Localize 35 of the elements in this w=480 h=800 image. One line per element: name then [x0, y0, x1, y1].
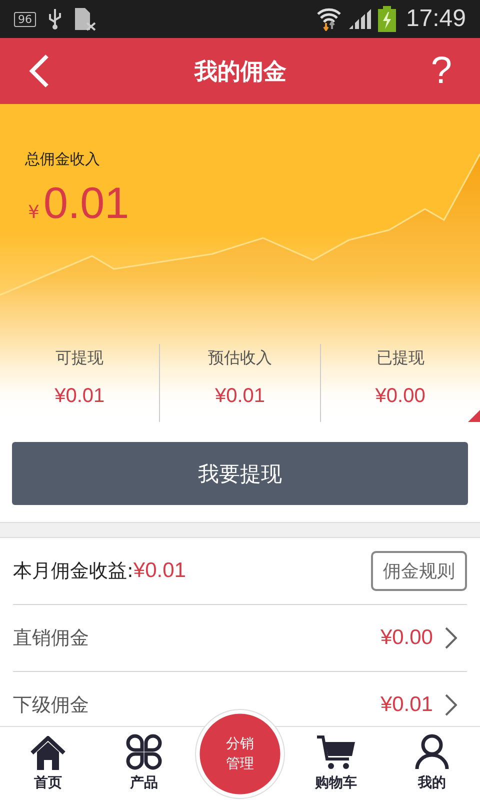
nav-tab[interactable]: 首页 — [30, 727, 66, 800]
sim-card-icon — [74, 7, 96, 31]
cart-icon — [316, 734, 356, 770]
house-icon — [30, 736, 66, 770]
stat-value: ¥0.01 — [54, 385, 105, 408]
back-icon[interactable] — [28, 54, 50, 88]
stat-value: ¥0.01 — [214, 385, 266, 408]
nav-tab[interactable]: 产品 — [126, 727, 162, 800]
battery-icon — [378, 6, 396, 32]
grid-icon — [126, 734, 162, 770]
total-label: 总佣金收入 — [25, 150, 101, 169]
page-title: 我的佣金 — [194, 58, 286, 86]
monthly-earnings: 本月佣金收益:¥0.01 — [13, 558, 186, 584]
notification-count: 96 — [14, 12, 36, 26]
usb-icon — [48, 8, 62, 30]
corner-mark-icon — [468, 410, 480, 422]
nav-tab[interactable]: 我的 — [415, 727, 449, 800]
withdraw-button[interactable]: 我要提现 — [12, 442, 468, 505]
stat-label: 已提现 — [376, 348, 424, 369]
stat-label: 预估收入 — [208, 348, 272, 369]
nav-tab[interactable]: 购物车 — [315, 727, 357, 800]
stat-label: 可提现 — [56, 348, 104, 369]
wifi-icon — [316, 7, 342, 31]
help-button[interactable]: ? — [430, 50, 452, 92]
currency-sign: ¥ — [28, 202, 40, 223]
rules-button[interactable]: 佣金规则 — [371, 551, 467, 591]
chevron-icon — [445, 694, 457, 716]
total-amount: 0.01 — [43, 179, 130, 229]
chevron-icon — [445, 627, 457, 649]
person-icon — [415, 734, 449, 770]
stat-value: ¥0.00 — [375, 385, 426, 408]
status-time: 17:49 — [406, 5, 466, 33]
commission-row[interactable]: 直销佣金 ¥0.00 — [13, 605, 467, 672]
signal-icon — [348, 8, 372, 30]
distribution-button[interactable]: 分销管理 — [195, 709, 285, 799]
